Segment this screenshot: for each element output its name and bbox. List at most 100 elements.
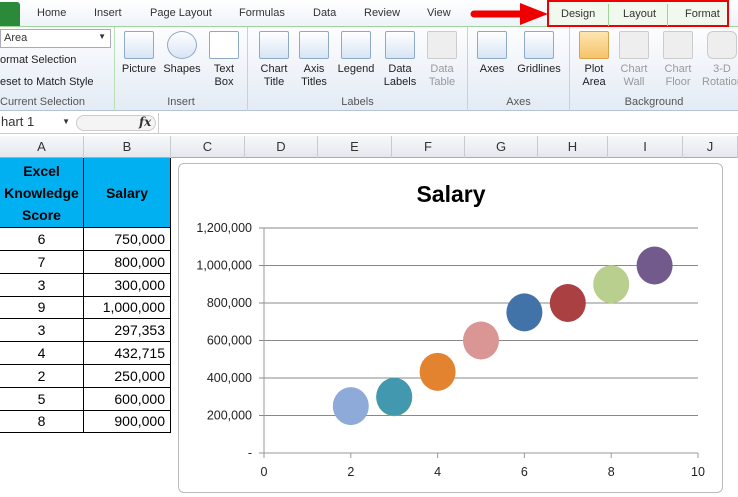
tab-review[interactable]: Review <box>364 7 400 19</box>
table-cell[interactable]: 5 <box>0 387 84 411</box>
tab-home[interactable]: Home <box>37 7 66 19</box>
insert-function-icon[interactable]: fx <box>139 115 151 129</box>
table-cell[interactable]: 3 <box>0 319 84 343</box>
plot-area-button[interactable]: Plot Area <box>576 31 612 89</box>
bubble <box>593 265 630 304</box>
tab-format[interactable]: Format <box>685 8 720 20</box>
name-box[interactable]: hart 1 ▼ <box>0 114 72 132</box>
legend-button[interactable]: Legend <box>336 31 376 76</box>
table-header-cell[interactable]: Salary <box>84 158 171 228</box>
table-cell[interactable]: 1,000,000 <box>84 296 171 320</box>
table-cell[interactable]: 600,000 <box>84 387 171 411</box>
legend-icon <box>341 31 371 59</box>
column-header-i[interactable]: I <box>608 136 683 158</box>
table-header-cell[interactable]: Excel Knowledge Score <box>0 158 84 228</box>
y-tick-label: 800,000 <box>207 296 252 310</box>
tab-page-layout[interactable]: Page Layout <box>150 7 212 19</box>
group-label: Background <box>624 96 684 108</box>
text-box-icon <box>209 31 239 59</box>
label: Chart Wall <box>620 63 648 88</box>
label: Data Labels <box>383 63 417 88</box>
tab-design[interactable]: Design <box>561 8 595 20</box>
chart-title: Salary <box>416 181 485 207</box>
group-axes: Axes Gridlines Axes <box>468 27 570 111</box>
table-cell[interactable]: 432,715 <box>84 342 171 365</box>
tab-view[interactable]: View <box>427 7 451 19</box>
file-tab[interactable] <box>0 2 20 26</box>
bubble <box>332 387 369 426</box>
table-cell[interactable]: 900,000 <box>84 410 171 434</box>
table-cell[interactable]: 3 <box>0 273 84 297</box>
gridlines-button[interactable]: Gridlines <box>514 31 564 76</box>
x-tick-label: 10 <box>691 465 705 479</box>
chart-title-button[interactable]: Chart Title <box>256 31 292 89</box>
tab-insert[interactable]: Insert <box>94 7 122 19</box>
bubble <box>636 246 673 285</box>
table-cell[interactable]: 300,000 <box>84 273 171 297</box>
group-label: Current Selection <box>0 96 85 108</box>
data-labels-button[interactable]: Data Labels <box>380 31 420 89</box>
table-cell[interactable]: 250,000 <box>84 364 171 388</box>
chart-floor-button[interactable]: Chart Floor <box>658 31 698 89</box>
tab-data[interactable]: Data <box>313 7 336 19</box>
label: Chart Floor <box>664 63 692 88</box>
table-cell[interactable]: 750,000 <box>84 228 171 251</box>
label: Legend <box>337 63 375 75</box>
column-header-a[interactable]: A <box>0 136 84 158</box>
format-selection-button[interactable]: ormat Selection <box>0 54 76 66</box>
column-header-c[interactable]: C <box>171 136 245 158</box>
red-arrow-icon <box>470 3 548 25</box>
y-tick-label: - <box>248 446 252 460</box>
axes-icon <box>477 31 507 59</box>
picture-button[interactable]: Picture <box>121 31 157 76</box>
shapes-button[interactable]: Shapes <box>162 31 202 76</box>
group-labels: Chart Title Axis Titles Legend Data Labe… <box>248 27 468 111</box>
column-header-h[interactable]: H <box>538 136 608 158</box>
axes-button[interactable]: Axes <box>474 31 510 76</box>
data-table-icon <box>427 31 457 59</box>
column-header-f[interactable]: F <box>392 136 465 158</box>
chevron-down-icon: ▼ <box>62 117 70 126</box>
3d-rotation-button[interactable]: 3-D Rotation <box>702 31 738 89</box>
group-label: Insert <box>167 96 195 108</box>
label: Gridlines <box>517 63 561 75</box>
chart-elements-dropdown[interactable]: Area ▼ <box>0 29 111 48</box>
axis-titles-icon <box>299 31 329 59</box>
chart-tools-tabs: Design Layout Format <box>547 0 729 27</box>
x-tick-label: 4 <box>434 465 441 479</box>
table-cell[interactable]: 6 <box>0 228 84 251</box>
label: Chart Title <box>260 63 288 88</box>
table-cell[interactable]: 2 <box>0 364 84 388</box>
chart[interactable]: Salary - 200,000 400,000 600,000 800,000 1,000… <box>178 163 723 493</box>
column-header-j[interactable]: J <box>683 136 738 158</box>
label: 3-D Rotation <box>702 63 738 88</box>
reset-to-match-style-button[interactable]: eset to Match Style <box>0 76 94 88</box>
table-cell[interactable]: 9 <box>0 296 84 320</box>
tab-formulas[interactable]: Formulas <box>239 7 285 19</box>
data-table-button[interactable]: Data Table <box>424 31 460 89</box>
bubble <box>419 352 456 391</box>
picture-icon <box>124 31 154 59</box>
y-tick-label: 200,000 <box>207 409 252 423</box>
column-header-d[interactable]: D <box>245 136 318 158</box>
ribbon: Area ▼ ormat Selection eset to Match Styl… <box>0 27 738 111</box>
table-cell[interactable]: 297,353 <box>84 319 171 343</box>
label: Axis Titles <box>301 63 327 88</box>
column-header-g[interactable]: G <box>465 136 538 158</box>
chart-wall-icon <box>619 31 649 59</box>
chart-wall-button[interactable]: Chart Wall <box>616 31 652 89</box>
table-cell[interactable]: 7 <box>0 250 84 274</box>
formula-input[interactable] <box>158 113 738 133</box>
axis-titles-button[interactable]: Axis Titles <box>296 31 332 89</box>
text-box-button[interactable]: Text Box <box>207 31 241 89</box>
column-header-b[interactable]: B <box>84 136 171 158</box>
tab-layout[interactable]: Layout <box>623 8 656 20</box>
table-cell[interactable]: 4 <box>0 342 84 365</box>
group-label: Labels <box>341 96 374 108</box>
table-cell[interactable]: 800,000 <box>84 250 171 274</box>
column-header-e[interactable]: E <box>318 136 392 158</box>
bubble <box>506 293 543 332</box>
gridlines-icon <box>524 31 554 59</box>
table-cell[interactable]: 8 <box>0 410 84 434</box>
x-tick-label: 6 <box>521 465 528 479</box>
